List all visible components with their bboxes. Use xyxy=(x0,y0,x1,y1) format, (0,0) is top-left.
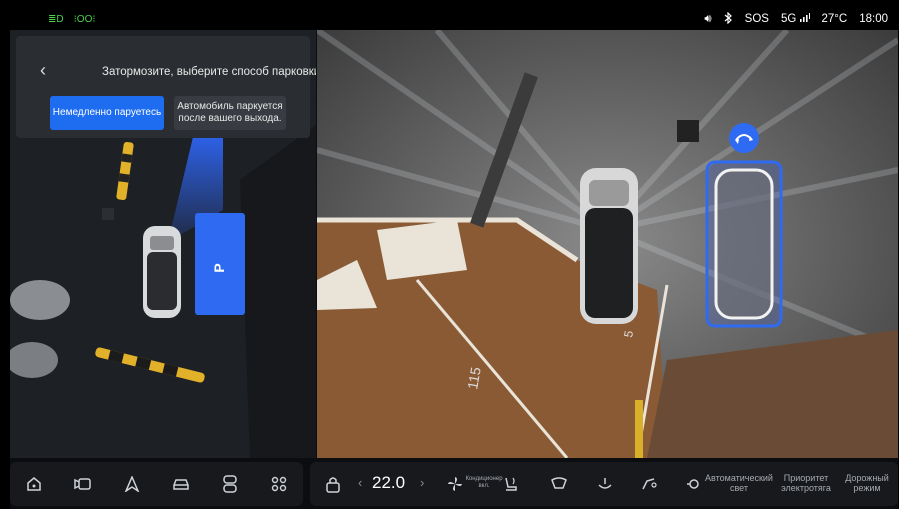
car-icon[interactable] xyxy=(170,473,192,495)
clock: 18:00 xyxy=(859,13,888,25)
volume-icon[interactable]: 🔊︎ xyxy=(704,13,711,26)
auto-light-icon[interactable] xyxy=(684,473,706,495)
road-mode-label[interactable]: Дорожный режим xyxy=(840,473,894,493)
sos-button[interactable]: SOS xyxy=(745,13,769,25)
headlight-icon: ≣D xyxy=(48,13,64,25)
auto-light-label[interactable]: Автоматический свет xyxy=(704,473,774,493)
network-label: 5G xyxy=(780,13,797,25)
status-bar: ≣D ⁝OO⁝ 🔊︎ SOS 5G 27°C 18:00 xyxy=(10,8,898,30)
target-parking-slot[interactable]: P xyxy=(195,213,245,315)
temp-down-button[interactable]: ‹ xyxy=(358,475,362,490)
cabin-temperature-value: 22.0 xyxy=(372,473,406,492)
pillar xyxy=(102,208,114,220)
arrow-marking xyxy=(377,220,467,280)
lock-icon[interactable] xyxy=(322,473,344,495)
app-dock xyxy=(10,462,303,506)
media-icon[interactable] xyxy=(219,473,241,495)
signal-icon xyxy=(799,13,810,22)
outside-temperature: 27°C xyxy=(821,13,848,25)
parking-prompt: Затормозите, выберите способ парковки xyxy=(102,66,316,78)
seat-heat-icon[interactable] xyxy=(500,473,522,495)
defrost-front-icon[interactable] xyxy=(548,473,570,495)
ego-car-camera xyxy=(580,168,638,324)
home-icon[interactable] xyxy=(23,473,45,495)
temp-up-button[interactable]: › xyxy=(420,475,424,490)
parking-map-panel: P ‹ Затормозите, выберите способ парковк… xyxy=(10,30,316,458)
infotainment-screen: ≣D ⁝OO⁝ 🔊︎ SOS 5G 27°C 18:00 P ‹ Затормо… xyxy=(10,8,898,509)
network-indicator: 5G xyxy=(781,13,810,25)
camera-icon[interactable] xyxy=(72,473,94,495)
mirror-heat-icon[interactable] xyxy=(638,473,660,495)
surround-camera-view: 115 5 xyxy=(317,30,898,458)
park-now-button[interactable]: Немедленно паруетесь xyxy=(50,96,164,130)
navigation-icon[interactable] xyxy=(121,473,143,495)
park-after-exit-button[interactable]: Автомобиль паркуется после вашего выхода… xyxy=(174,96,286,130)
slot-label: P xyxy=(211,263,227,272)
bottom-bar: ‹ 22.0 › Кондиционер вкл. Автоматический… xyxy=(10,460,898,509)
flip-direction-button[interactable] xyxy=(729,123,759,153)
seat-ventilation-icon[interactable] xyxy=(594,473,616,495)
pillar xyxy=(677,120,699,142)
back-button[interactable]: ‹ xyxy=(40,60,46,81)
target-slot-outline[interactable] xyxy=(705,160,783,328)
ego-car-icon xyxy=(143,226,181,318)
cabin-temperature: 22.0 xyxy=(372,473,405,493)
parking-light-icon: ⁝OO⁝ xyxy=(73,13,96,25)
apps-grid-icon[interactable] xyxy=(268,473,290,495)
bluetooth-icon[interactable] xyxy=(724,11,733,27)
parking-mode-card: ‹ Затормозите, выберите способ парковки … xyxy=(16,36,316,138)
climate-dock: ‹ 22.0 › Кондиционер вкл. Автоматический… xyxy=(310,462,898,506)
priority-ev-label[interactable]: Приоритет электротяга xyxy=(778,473,834,493)
parked-car xyxy=(10,280,70,320)
